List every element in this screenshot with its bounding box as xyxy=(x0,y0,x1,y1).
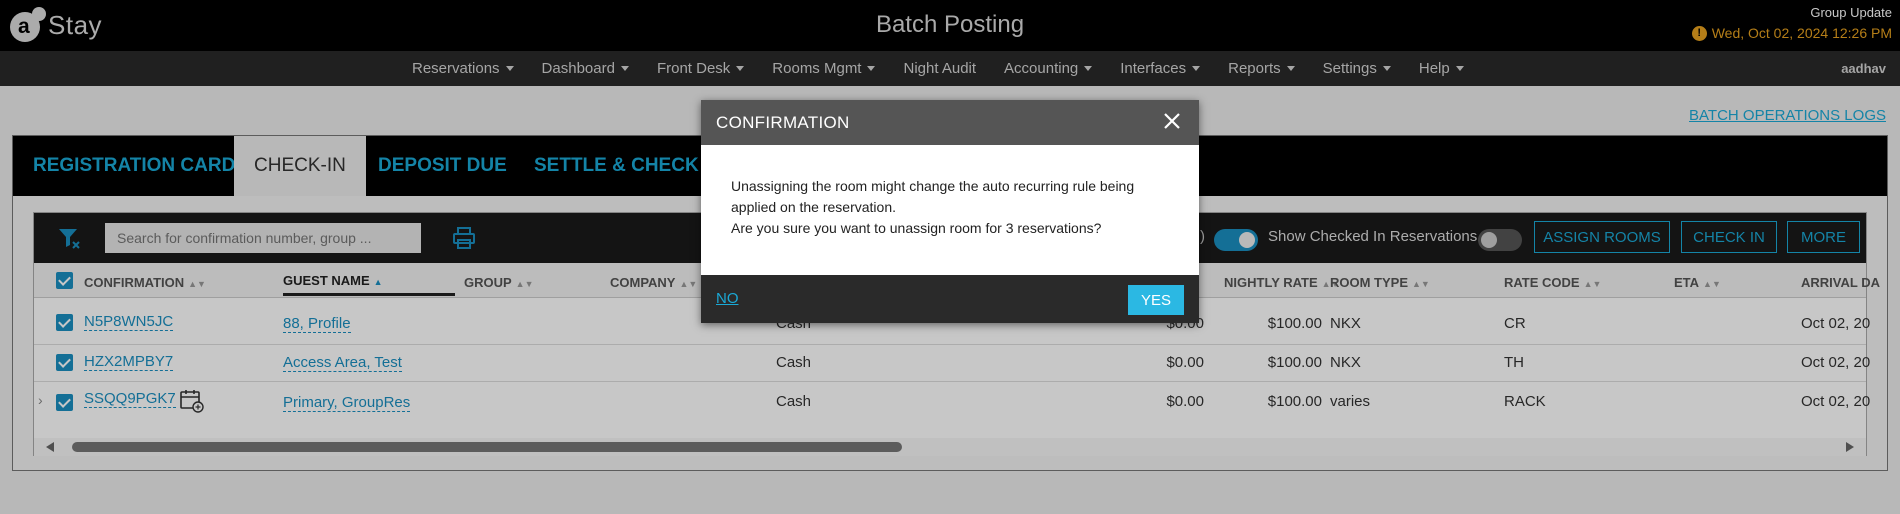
dialog-message-line2: Are you sure you want to unassign room f… xyxy=(731,220,1102,236)
dialog-message-line1: Unassigning the room might change the au… xyxy=(731,178,1135,215)
dialog-title: CONFIRMATION xyxy=(716,113,850,132)
close-icon[interactable] xyxy=(1163,112,1181,130)
dialog-header: CONFIRMATION xyxy=(701,100,1199,145)
no-button[interactable]: NO xyxy=(716,290,739,307)
dialog-footer: NO YES xyxy=(701,275,1199,323)
confirmation-dialog: CONFIRMATION Unassigning the room might … xyxy=(701,100,1199,323)
yes-button[interactable]: YES xyxy=(1128,285,1184,315)
dialog-message: Unassigning the room might change the au… xyxy=(731,176,1171,239)
